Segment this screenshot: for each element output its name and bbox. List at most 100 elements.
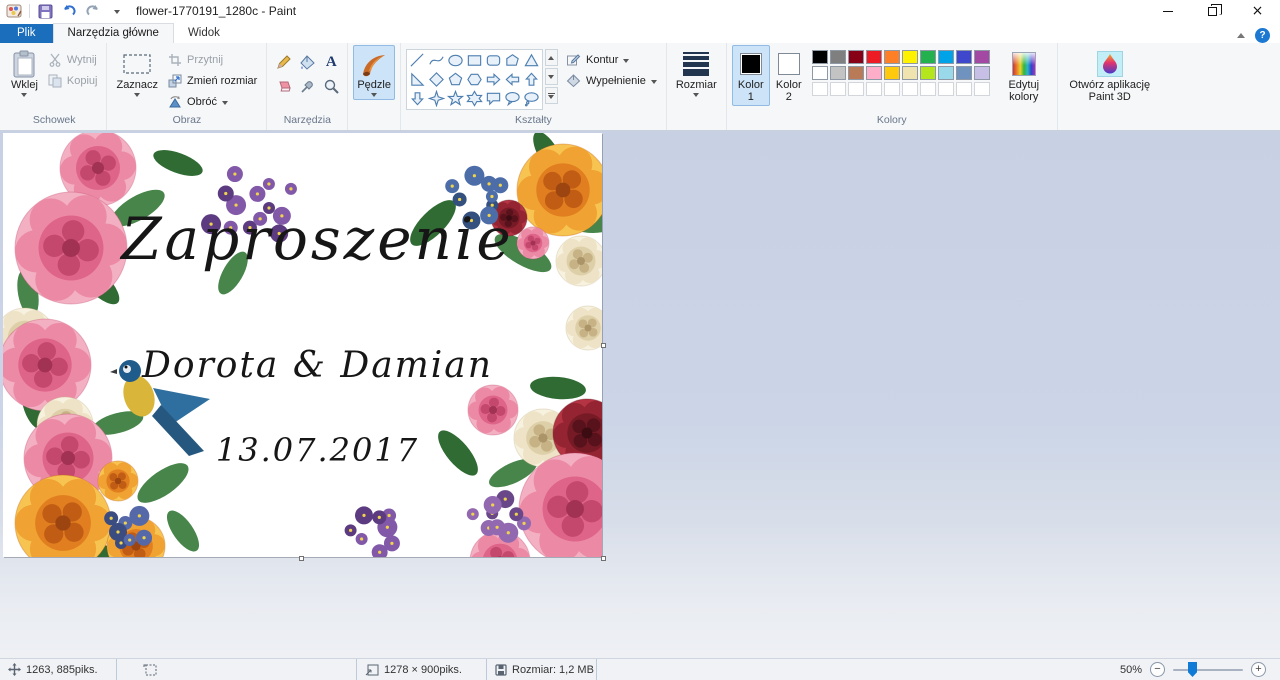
palette-color-2-6[interactable] bbox=[920, 82, 936, 96]
palette-color-2-1[interactable] bbox=[830, 82, 846, 96]
shape-diamond[interactable] bbox=[428, 71, 445, 88]
palette-color-2-7[interactable] bbox=[938, 82, 954, 96]
palette-color-1-8[interactable] bbox=[956, 66, 972, 80]
shapes-scroll-up-button[interactable] bbox=[545, 49, 558, 66]
save-button[interactable] bbox=[36, 2, 54, 20]
palette-color-2-4[interactable] bbox=[884, 82, 900, 96]
shapes-more-button[interactable] bbox=[545, 87, 558, 104]
edit-colors-button[interactable]: Edytuj kolory bbox=[996, 45, 1052, 106]
cut-button[interactable]: Wytnij bbox=[44, 49, 102, 70]
clipboard-icon bbox=[12, 49, 36, 79]
outline-button[interactable]: Kontur bbox=[562, 49, 661, 70]
palette-color-1-3[interactable] bbox=[866, 66, 882, 80]
palette-color-2-8[interactable] bbox=[956, 82, 972, 96]
shape-cloud-callout[interactable] bbox=[523, 90, 540, 107]
close-button[interactable]: × bbox=[1235, 0, 1280, 22]
palette-color-0-2[interactable] bbox=[848, 50, 864, 64]
shape-four-point-star[interactable] bbox=[428, 90, 445, 107]
zoom-in-button[interactable]: + bbox=[1251, 662, 1266, 677]
shape-six-point-star[interactable] bbox=[466, 90, 483, 107]
size-button[interactable]: Rozmiar bbox=[672, 45, 721, 100]
magnifier-tool-button[interactable] bbox=[320, 75, 342, 97]
resize-button[interactable]: Zmień rozmiar bbox=[164, 70, 261, 91]
shape-oval[interactable] bbox=[447, 52, 464, 69]
fill-tool-button[interactable] bbox=[296, 51, 318, 73]
canvas-resize-handle-bottom[interactable] bbox=[299, 556, 304, 561]
palette-color-1-5[interactable] bbox=[902, 66, 918, 80]
restore-icon bbox=[1208, 7, 1217, 16]
shape-pentagon[interactable] bbox=[447, 71, 464, 88]
select-button[interactable]: Zaznacz bbox=[112, 45, 162, 100]
shape-arrow-up[interactable] bbox=[523, 71, 540, 88]
shape-line[interactable] bbox=[409, 52, 426, 69]
palette-color-0-9[interactable] bbox=[974, 50, 990, 64]
palette-color-1-6[interactable] bbox=[920, 66, 936, 80]
collapse-ribbon-icon[interactable] bbox=[1237, 33, 1245, 38]
palette-color-1-7[interactable] bbox=[938, 66, 954, 80]
redo-button[interactable] bbox=[84, 2, 102, 20]
zoom-slider-thumb[interactable] bbox=[1188, 662, 1197, 677]
palette-color-2-2[interactable] bbox=[848, 82, 864, 96]
shape-oval-callout[interactable] bbox=[504, 90, 521, 107]
palette-color-2-5[interactable] bbox=[902, 82, 918, 96]
shape-arrow-left[interactable] bbox=[504, 71, 521, 88]
palette-color-0-6[interactable] bbox=[920, 50, 936, 64]
shape-fill-button[interactable]: Wypełnienie bbox=[562, 70, 661, 91]
palette-color-0-1[interactable] bbox=[830, 50, 846, 64]
eraser-tool-button[interactable] bbox=[272, 75, 294, 97]
pencil-tool-button[interactable] bbox=[272, 51, 294, 73]
paint3d-icon bbox=[1097, 51, 1123, 77]
palette-color-0-5[interactable] bbox=[902, 50, 918, 64]
zoom-slider[interactable] bbox=[1173, 662, 1243, 677]
copy-button[interactable]: Kopiuj bbox=[44, 70, 102, 91]
palette-color-1-0[interactable] bbox=[812, 66, 828, 80]
shape-arrow-down[interactable] bbox=[409, 90, 426, 107]
shape-rectangle[interactable] bbox=[466, 52, 483, 69]
zoom-out-button[interactable]: − bbox=[1150, 662, 1165, 677]
palette-color-0-3[interactable] bbox=[866, 50, 882, 64]
shape-rounded-rectangle[interactable] bbox=[485, 52, 502, 69]
palette-color-0-4[interactable] bbox=[884, 50, 900, 64]
shape-arrow-right[interactable] bbox=[485, 71, 502, 88]
palette-color-0-7[interactable] bbox=[938, 50, 954, 64]
shape-rounded-callout[interactable] bbox=[485, 90, 502, 107]
shapes-scroll-down-button[interactable] bbox=[545, 68, 558, 85]
palette-color-2-0[interactable] bbox=[812, 82, 828, 96]
restore-button[interactable] bbox=[1190, 0, 1235, 22]
tab-view[interactable]: Widok bbox=[174, 24, 234, 43]
palette-color-2-9[interactable] bbox=[974, 82, 990, 96]
tab-home[interactable]: Narzędzia główne bbox=[53, 23, 174, 43]
palette-color-1-4[interactable] bbox=[884, 66, 900, 80]
paste-button[interactable]: Wklej bbox=[7, 45, 42, 100]
shape-five-point-star[interactable] bbox=[447, 90, 464, 107]
palette-color-0-0[interactable] bbox=[812, 50, 828, 64]
tab-file[interactable]: Plik bbox=[0, 24, 53, 43]
canvas-resize-handle-corner[interactable] bbox=[601, 556, 606, 561]
crop-button[interactable]: Przytnij bbox=[164, 49, 261, 70]
shape-triangle[interactable] bbox=[523, 52, 540, 69]
drawing-canvas[interactable]: Zaproszenie Dorota & Damian 13.07.2017 bbox=[3, 133, 602, 557]
palette-color-0-8[interactable] bbox=[956, 50, 972, 64]
shape-curve[interactable] bbox=[428, 52, 445, 69]
palette-color-1-1[interactable] bbox=[830, 66, 846, 80]
shape-polygon[interactable] bbox=[504, 52, 521, 69]
palette-color-1-2[interactable] bbox=[848, 66, 864, 80]
canvas-resize-handle-right[interactable] bbox=[601, 343, 606, 348]
color1-button[interactable]: Kolor 1 bbox=[732, 45, 770, 106]
shape-hexagon[interactable] bbox=[466, 71, 483, 88]
edit-colors-label: Edytuj kolory bbox=[1000, 79, 1048, 103]
palette-color-1-9[interactable] bbox=[974, 66, 990, 80]
copy-icon bbox=[48, 74, 62, 88]
brushes-button[interactable]: Pędzle bbox=[353, 45, 395, 100]
open-paint3d-button[interactable]: Otwórz aplikację Paint 3D bbox=[1063, 45, 1157, 106]
color-picker-tool-button[interactable] bbox=[296, 75, 318, 97]
text-tool-button[interactable]: A bbox=[320, 51, 342, 73]
undo-button[interactable] bbox=[60, 2, 78, 20]
rotate-button[interactable]: Obróć bbox=[164, 91, 261, 112]
minimize-button[interactable] bbox=[1145, 0, 1190, 22]
color2-button[interactable]: Kolor 2 bbox=[770, 45, 808, 106]
shape-right-triangle[interactable] bbox=[409, 71, 426, 88]
palette-color-2-3[interactable] bbox=[866, 82, 882, 96]
help-icon[interactable]: ? bbox=[1255, 28, 1270, 43]
qat-customize-dropdown[interactable] bbox=[108, 2, 126, 20]
